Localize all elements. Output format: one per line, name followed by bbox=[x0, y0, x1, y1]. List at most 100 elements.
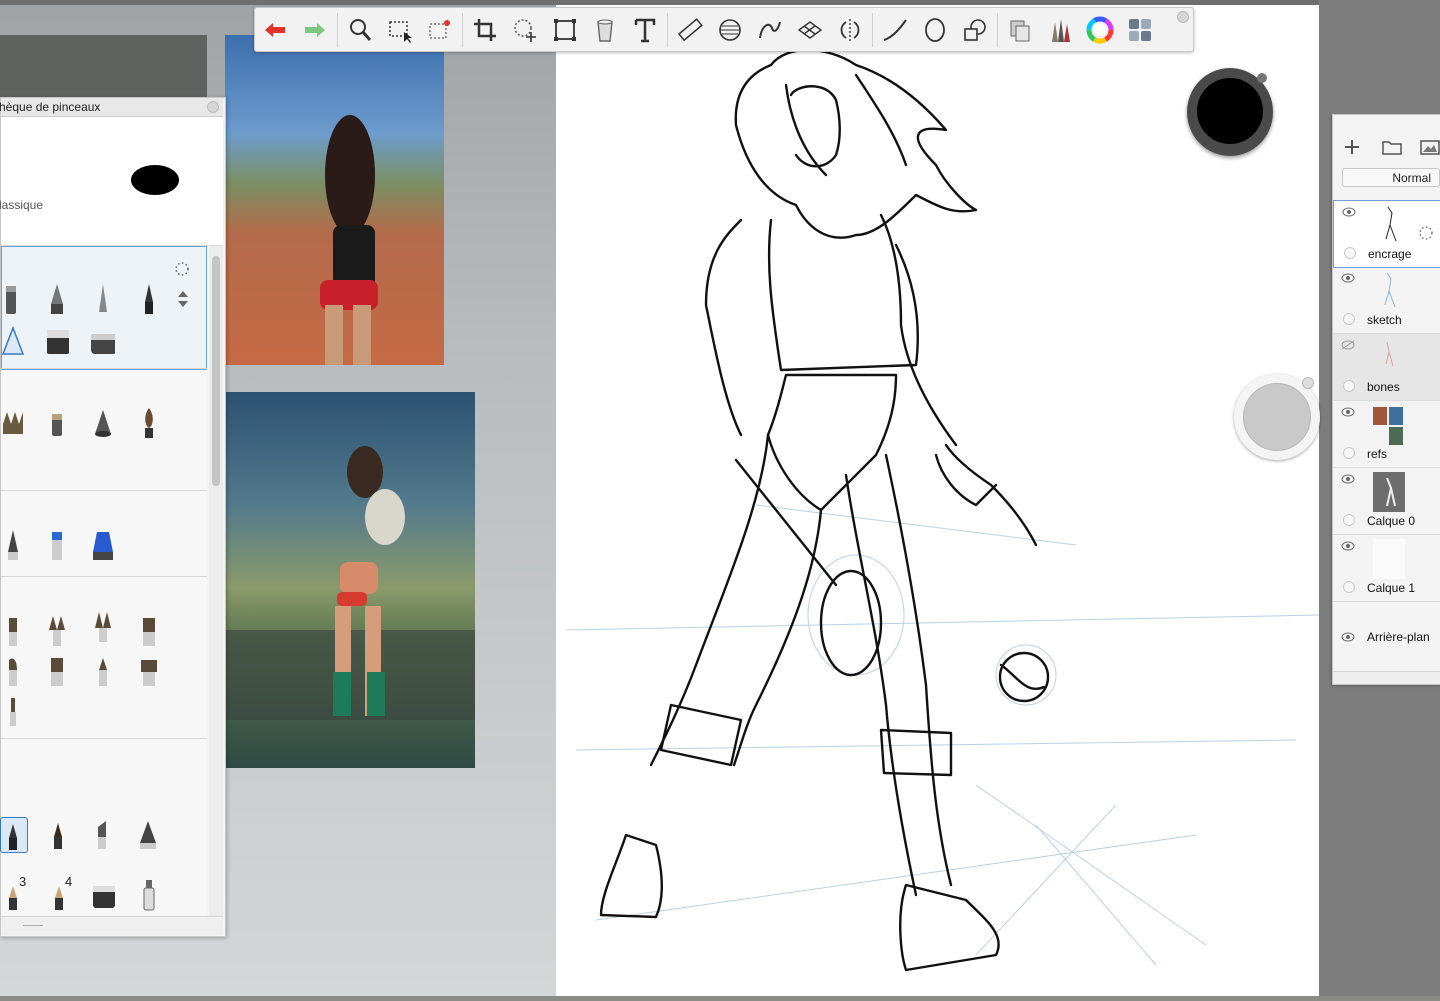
select-icon[interactable] bbox=[380, 10, 420, 50]
brush-pencil[interactable] bbox=[91, 282, 115, 316]
brush-angle[interactable] bbox=[91, 654, 115, 688]
brush-fan[interactable] bbox=[1, 406, 25, 440]
visibility-eye-icon[interactable] bbox=[1342, 207, 1356, 217]
layer-radio[interactable] bbox=[1344, 247, 1356, 259]
layer-group-icon[interactable] bbox=[1381, 137, 1403, 157]
brush-fan-2[interactable] bbox=[45, 614, 69, 648]
add-image-icon[interactable] bbox=[1419, 137, 1440, 157]
layers-toggle-icon[interactable] bbox=[1120, 10, 1160, 50]
hidden-eye-icon[interactable] bbox=[1341, 340, 1355, 350]
brush-tech-pen[interactable] bbox=[1, 528, 25, 562]
brush-bristle[interactable] bbox=[91, 610, 115, 644]
brush-puck-handle[interactable] bbox=[1302, 377, 1314, 389]
redo-icon[interactable] bbox=[295, 10, 335, 50]
color-puck[interactable] bbox=[1187, 68, 1273, 156]
drawing-canvas[interactable] bbox=[556, 5, 1320, 996]
brush-library-close-button[interactable] bbox=[207, 101, 219, 113]
brush-stump[interactable] bbox=[45, 406, 69, 440]
brush-mop[interactable] bbox=[137, 654, 161, 688]
brush-selected-marker[interactable] bbox=[0, 817, 28, 853]
brush-wide[interactable] bbox=[137, 614, 161, 648]
layer-bones[interactable]: bones bbox=[1333, 334, 1440, 401]
undo-icon[interactable] bbox=[255, 10, 295, 50]
layer-radio[interactable] bbox=[1343, 313, 1355, 325]
french-curve-icon[interactable] bbox=[750, 10, 790, 50]
brush-bottle[interactable] bbox=[137, 878, 161, 912]
layer-calque-0[interactable]: Calque 0 bbox=[1333, 468, 1440, 535]
layer-arriere-plan[interactable]: Arrière-plan bbox=[1333, 602, 1440, 650]
brush-flat-2[interactable] bbox=[45, 654, 69, 688]
shape-icon[interactable] bbox=[955, 10, 995, 50]
add-layer-icon[interactable] bbox=[1341, 137, 1363, 157]
toolbar-separator bbox=[997, 12, 998, 47]
brush-airbrush[interactable] bbox=[91, 406, 115, 440]
brush-set-divider bbox=[1, 368, 207, 369]
brush-list-scrollbar[interactable] bbox=[209, 246, 223, 934]
brush-library-titlebar[interactable]: hèque de pinceaux bbox=[0, 98, 223, 117]
color-puck-handle[interactable] bbox=[1257, 73, 1267, 83]
ellipse-guide-icon[interactable] bbox=[710, 10, 750, 50]
brush-blue-pen[interactable] bbox=[45, 528, 69, 562]
fill-bucket-icon[interactable] bbox=[585, 10, 625, 50]
scrollbar-thumb[interactable] bbox=[212, 256, 220, 486]
brush-round[interactable] bbox=[137, 406, 161, 440]
current-color-swatch[interactable] bbox=[1197, 78, 1263, 144]
brush-set-divider bbox=[1, 738, 207, 739]
brush-cut-marker[interactable] bbox=[90, 817, 114, 851]
brush-liner[interactable] bbox=[1, 694, 25, 728]
brush-felt-3[interactable] bbox=[1, 878, 25, 912]
layer-calque-1[interactable]: Calque 1 bbox=[1333, 535, 1440, 602]
layer-thumbnail bbox=[1385, 341, 1394, 367]
visibility-eye-icon[interactable] bbox=[1341, 541, 1355, 551]
text-icon[interactable] bbox=[625, 10, 665, 50]
stroke-line-icon[interactable] bbox=[875, 10, 915, 50]
ellipse-icon[interactable] bbox=[915, 10, 955, 50]
brush-filbert[interactable] bbox=[1, 654, 25, 688]
zoom-icon[interactable] bbox=[340, 10, 380, 50]
brush-flat[interactable] bbox=[1, 614, 25, 648]
visibility-eye-icon[interactable] bbox=[1341, 474, 1355, 484]
layer-radio[interactable] bbox=[1343, 447, 1355, 459]
brush-chisel[interactable] bbox=[91, 878, 115, 912]
reorder-icon[interactable] bbox=[177, 290, 189, 308]
color-wheel-icon[interactable] bbox=[1080, 10, 1120, 50]
layer-thumbnail bbox=[1385, 206, 1397, 242]
brush-eraser[interactable] bbox=[45, 324, 69, 358]
layer-radio[interactable] bbox=[1343, 380, 1355, 392]
magic-select-icon[interactable] bbox=[420, 10, 460, 50]
reference-photo-2[interactable] bbox=[225, 392, 475, 768]
visibility-eye-icon[interactable] bbox=[1341, 632, 1355, 642]
brush-library-icon[interactable] bbox=[1040, 10, 1080, 50]
brush-puck[interactable] bbox=[1234, 374, 1320, 460]
toolbar-close-button[interactable] bbox=[1177, 11, 1189, 23]
visibility-eye-icon[interactable] bbox=[1341, 273, 1355, 283]
layer-radio[interactable] bbox=[1343, 581, 1355, 593]
brush-dark-felt[interactable] bbox=[46, 817, 70, 851]
transform-icon[interactable] bbox=[545, 10, 585, 50]
brush-marker[interactable] bbox=[1, 282, 25, 316]
brush-block-eraser[interactable] bbox=[91, 324, 117, 358]
ruler-icon[interactable] bbox=[670, 10, 710, 50]
brush-felt-4[interactable] bbox=[47, 878, 71, 912]
layer-radio[interactable] bbox=[1343, 514, 1355, 526]
layer-encrage[interactable]: encrage bbox=[1333, 200, 1440, 268]
brush-triangle[interactable] bbox=[1, 324, 25, 358]
reference-photo-1[interactable] bbox=[225, 35, 444, 365]
lasso-transform-icon[interactable] bbox=[505, 10, 545, 50]
layer-refs[interactable]: refs bbox=[1333, 401, 1440, 468]
brush-puck-swatch[interactable] bbox=[1243, 383, 1311, 451]
layer-thumbnail bbox=[1384, 272, 1396, 308]
brush-pen[interactable] bbox=[45, 282, 69, 316]
visibility-eye-icon[interactable] bbox=[1341, 407, 1355, 417]
crop-icon[interactable] bbox=[465, 10, 505, 50]
layer-sketch[interactable]: sketch bbox=[1333, 267, 1440, 334]
artwork bbox=[565, 48, 1320, 972]
perspective-icon[interactable] bbox=[790, 10, 830, 50]
symmetry-icon[interactable] bbox=[830, 10, 870, 50]
brush-blue-marker[interactable] bbox=[91, 528, 115, 562]
copy-paste-icon[interactable] bbox=[1000, 10, 1040, 50]
blend-mode-dropdown[interactable]: Normal bbox=[1342, 168, 1440, 187]
brush-stroke-preview bbox=[131, 165, 179, 195]
brush-cone[interactable] bbox=[136, 817, 160, 851]
brush-ink[interactable] bbox=[137, 282, 161, 316]
